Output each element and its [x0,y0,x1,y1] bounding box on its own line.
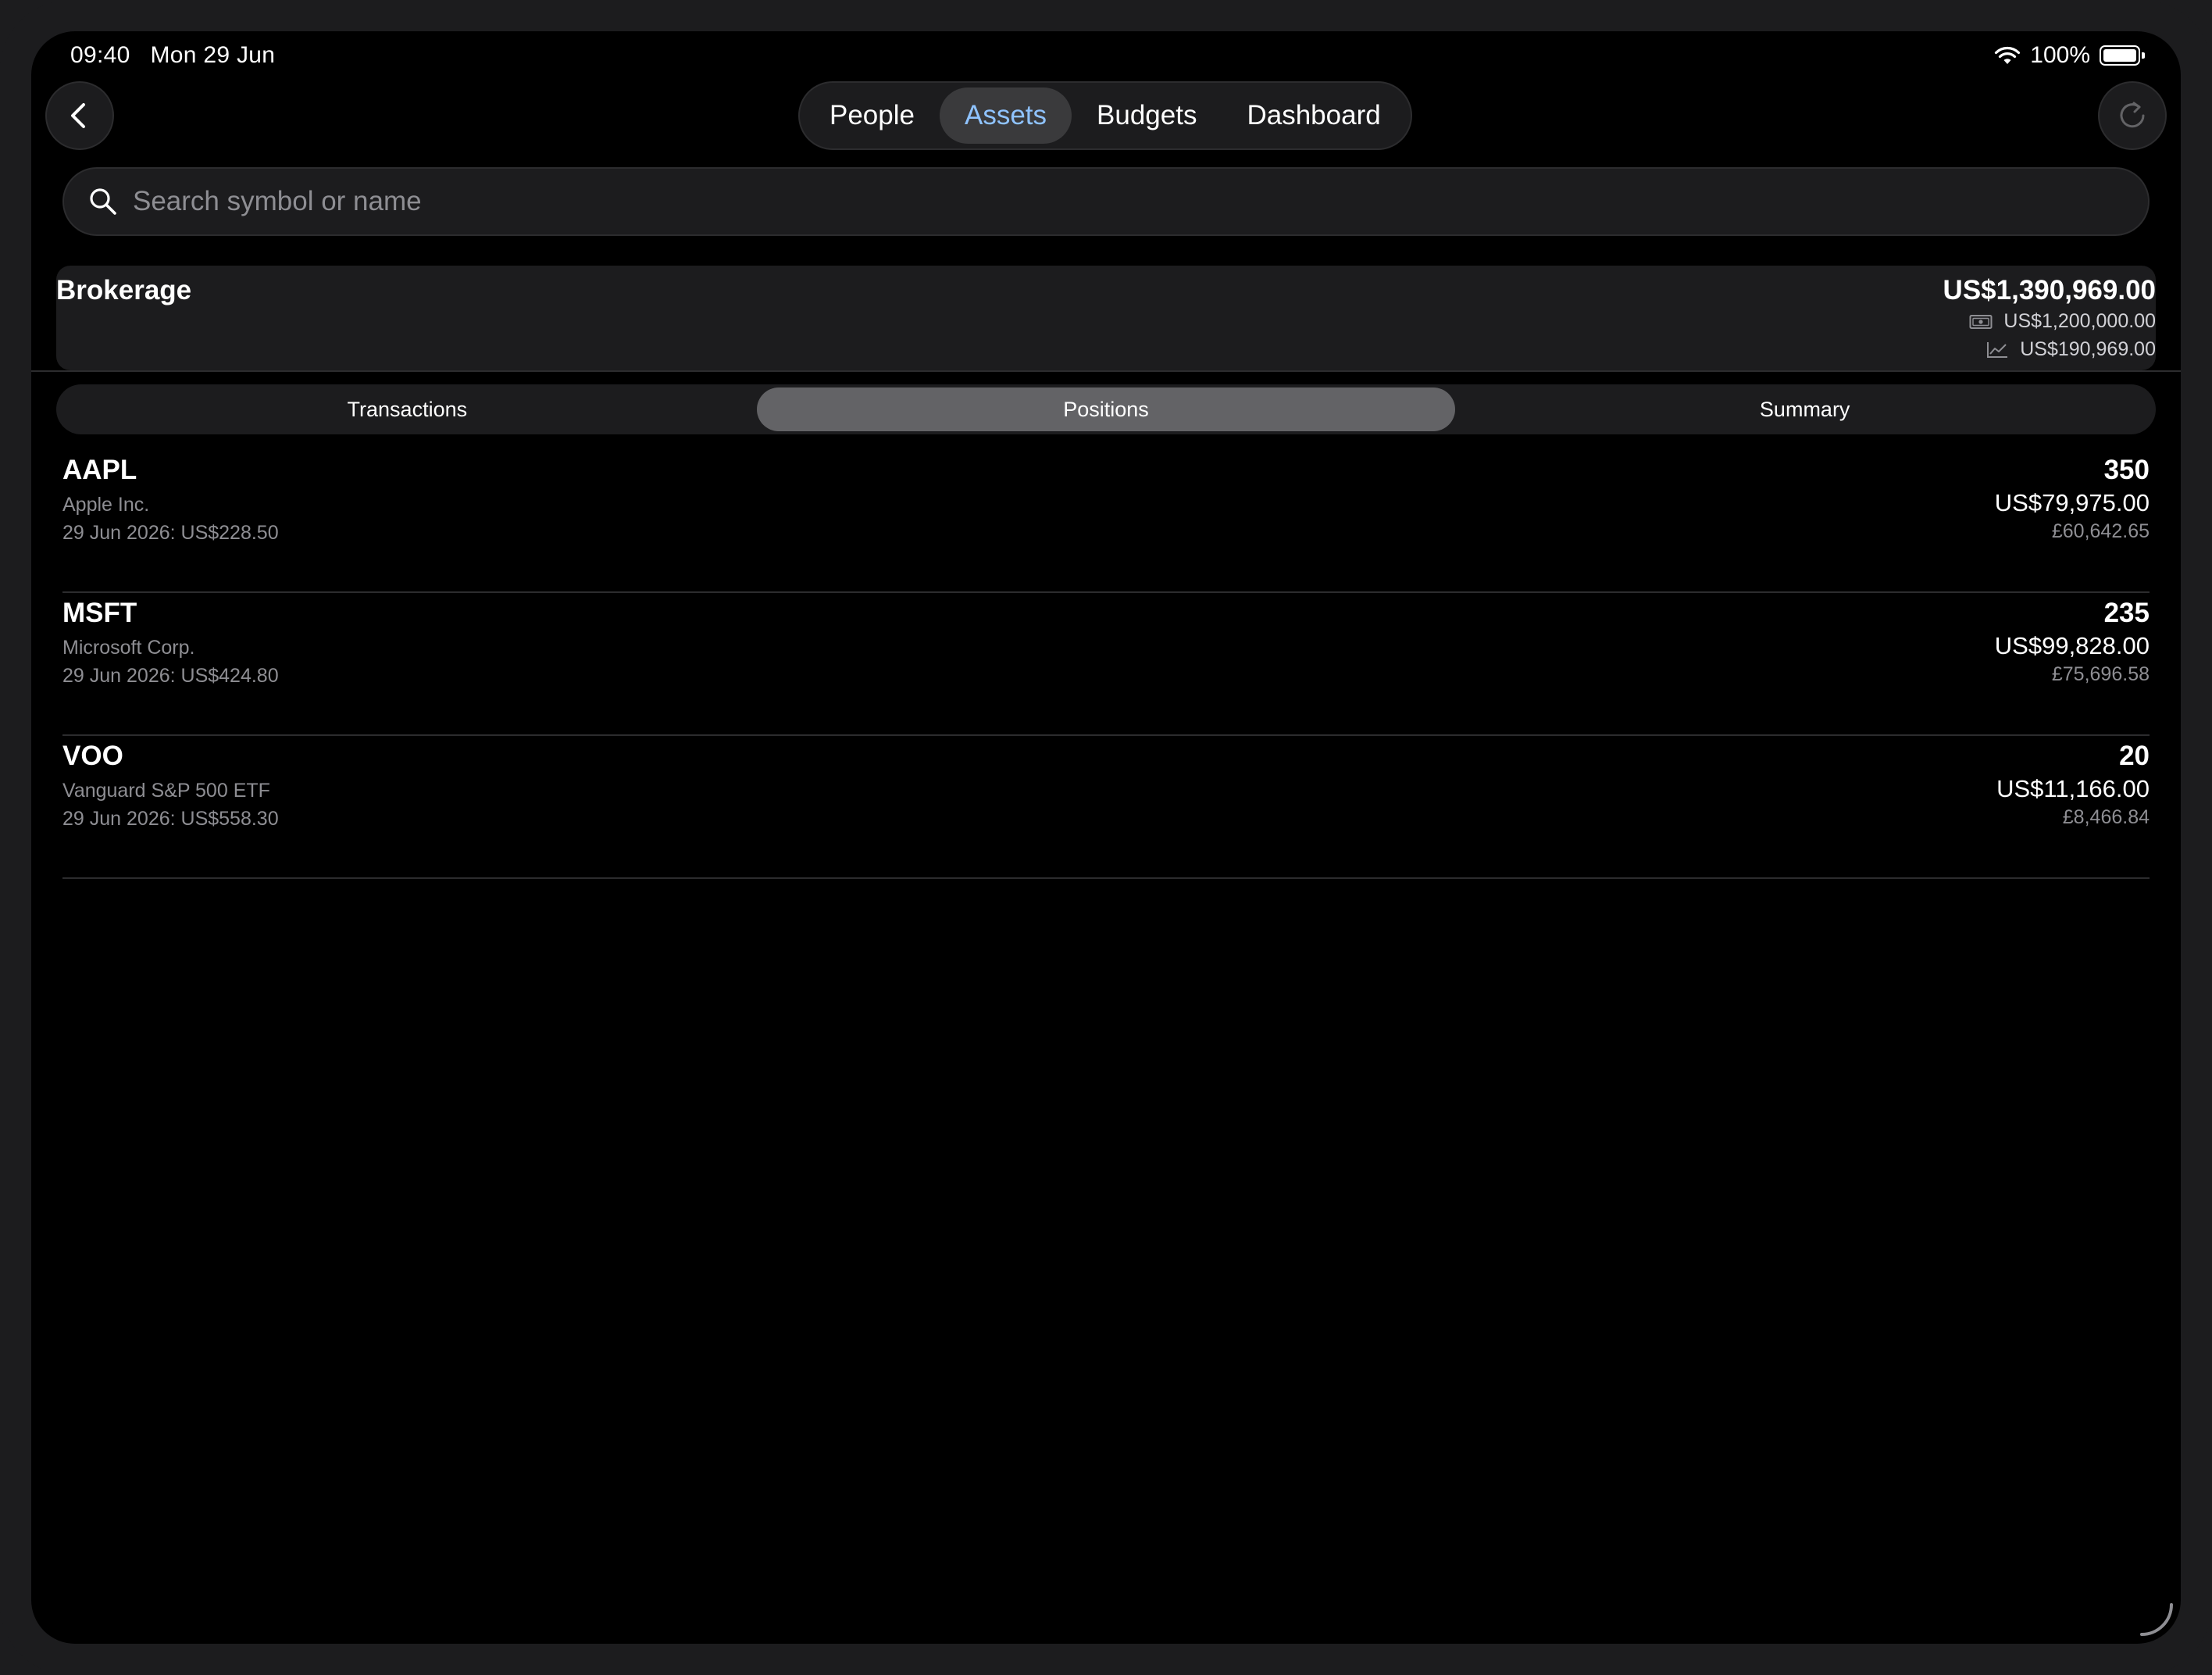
wifi-icon [1995,46,2021,64]
battery-percent: 100% [2030,42,2090,68]
position-name: Apple Inc. [62,494,150,516]
refresh-button[interactable] [2098,81,2167,150]
tab-people[interactable]: People [805,88,940,144]
position-row-voo[interactable]: VOO Vanguard S&P 500 ETF 29 Jun 2026: US… [62,736,2150,879]
position-price: 29 Jun 2026: US$558.30 [62,808,279,830]
position-value-usd: US$11,166.00 [1996,775,2150,802]
search-bar [62,167,2150,236]
position-value-usd: US$99,828.00 [1994,632,2150,659]
position-value-gbp: £60,642.65 [2051,520,2150,542]
account-total: US$1,390,969.00 [1943,275,2156,305]
positions-list: AAPL Apple Inc. 29 Jun 2026: US$228.50 3… [62,450,2150,879]
account-gain-row: US$190,969.00 [1985,338,2156,361]
chevron-left-icon [71,103,85,128]
position-value-gbp: £75,696.58 [2051,663,2150,685]
refresh-icon [2120,102,2145,128]
main-tab-bar: People Assets Budgets Dashboard [798,81,1412,150]
banknote-icon [1969,314,1993,329]
position-name: Microsoft Corp. [62,637,195,659]
search-input[interactable] [133,186,2085,217]
status-bar: 09:40 Mon 29 Jun 100% [31,31,2181,81]
position-symbol: VOO [62,741,123,771]
position-symbol: MSFT [62,598,137,628]
position-name: Vanguard S&P 500 ETF [62,780,270,802]
status-time-date: 09:40 Mon 29 Jun [70,42,275,69]
position-price: 29 Jun 2026: US$424.80 [62,665,279,687]
battery-icon [2100,45,2145,66]
device-frame: 09:40 Mon 29 Jun 100% People Assets Budg… [0,0,2212,1675]
account-gain: US$190,969.00 [2020,338,2156,360]
account-cash: US$1,200,000.00 [2003,310,2156,332]
position-quantity: 350 [2103,455,2150,485]
back-button[interactable] [45,81,114,150]
status-date: Mon 29 Jun [150,42,276,68]
account-name: Brokerage [56,275,192,305]
status-time: 09:40 [70,42,130,68]
tab-budgets[interactable]: Budgets [1072,88,1222,144]
header-divider [31,370,2181,372]
status-right: 100% [1994,42,2145,69]
position-symbol: AAPL [62,455,137,485]
screen: 09:40 Mon 29 Jun 100% People Assets Budg… [31,31,2181,1644]
search-icon [90,188,116,215]
position-value-usd: US$79,975.00 [1994,489,2150,516]
tab-assets[interactable]: Assets [939,88,1072,144]
account-cash-row: US$1,200,000.00 [1969,310,2156,333]
resize-handle-icon[interactable] [2139,1602,2175,1638]
position-price: 29 Jun 2026: US$228.50 [62,522,279,544]
tab-dashboard[interactable]: Dashboard [1222,88,1405,144]
account-header: Brokerage US$1,390,969.00 US$1,200,000.0… [56,266,2156,370]
position-value-gbp: £8,466.84 [2062,806,2150,828]
position-quantity: 20 [2119,741,2150,771]
chart-line-icon [1987,341,2008,358]
position-quantity: 235 [2103,598,2150,628]
